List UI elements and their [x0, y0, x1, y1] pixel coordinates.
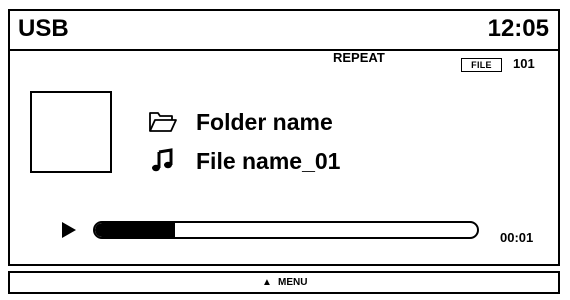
- up-triangle-icon: ▲: [262, 277, 272, 288]
- menu-button[interactable]: ▲ MENU: [8, 271, 560, 294]
- folder-row: Folder name: [148, 107, 333, 137]
- file-name: File name_01: [196, 147, 341, 174]
- progress-bar[interactable]: [93, 221, 479, 239]
- elapsed-time: 00:01: [500, 230, 534, 245]
- play-icon[interactable]: [62, 222, 76, 238]
- progress-fill: [95, 223, 176, 237]
- file-badge: FILE: [461, 58, 502, 72]
- source-label: USB: [18, 15, 69, 42]
- music-note-icon: [148, 148, 178, 174]
- header-bar: USB 12:05: [10, 11, 558, 51]
- file-number: 101: [513, 56, 535, 71]
- clock: 12:05: [487, 15, 549, 42]
- file-row: File name_01: [148, 146, 340, 176]
- menu-label: MENU: [278, 277, 308, 288]
- album-art: [30, 91, 112, 173]
- repeat-indicator: REPEAT: [333, 50, 385, 65]
- folder-name: Folder name: [196, 108, 333, 135]
- folder-icon: [148, 109, 178, 135]
